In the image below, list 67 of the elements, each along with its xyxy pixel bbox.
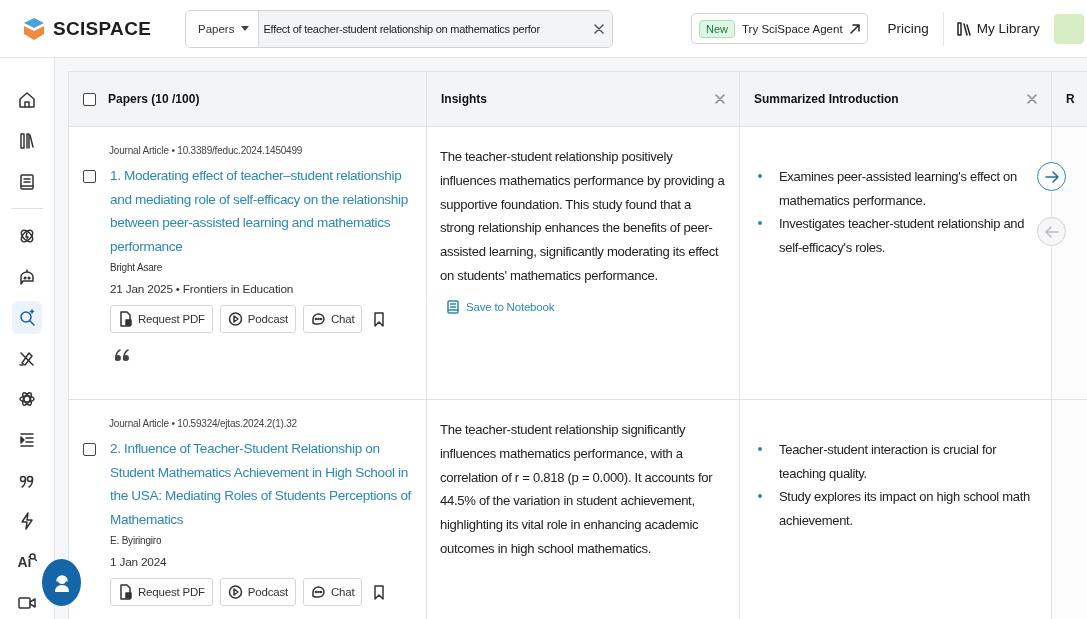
column-title: Insights bbox=[441, 92, 488, 106]
paper-date: 1 Jan 2024 bbox=[110, 555, 168, 569]
chat-icon bbox=[311, 311, 326, 327]
search-icon bbox=[17, 307, 37, 328]
row-checkbox[interactable] bbox=[83, 170, 96, 183]
document-icon bbox=[118, 311, 133, 327]
insight-text: The teacher-student relationship significantly influences mathematics performance, with a correlation of r = 0.818 (p = 0.000). It accounts for 44.5% of the variation in student achievement, highlighting its vital role in enhancing academic outcomes in high school mathematics. bbox=[440, 421, 714, 558]
column-title: Summarized Introduction bbox=[754, 92, 900, 106]
close-column-button[interactable] bbox=[1027, 94, 1037, 104]
books-icon bbox=[17, 130, 37, 151]
library-link[interactable]: My Library bbox=[955, 20, 1040, 37]
document-icon bbox=[118, 584, 133, 600]
external-arrow-icon bbox=[849, 23, 860, 34]
bullet-icon bbox=[758, 447, 762, 451]
agent-button[interactable]: New Try SciSpace Agent bbox=[691, 13, 868, 44]
bookmark-icon bbox=[373, 584, 386, 600]
chat-button[interactable]: Chat bbox=[303, 305, 363, 333]
paper-meta: Journal Article • 10.3389/feduc.2024.1450499 bbox=[109, 145, 304, 156]
paper-authors: E. Byiringiro bbox=[110, 535, 163, 546]
chat-button[interactable]: Chat bbox=[303, 578, 363, 606]
home-icon bbox=[17, 90, 37, 111]
quote-icon bbox=[114, 349, 130, 361]
paper-authors: Bright Asare bbox=[110, 262, 164, 273]
notebook-icon bbox=[447, 299, 459, 314]
bullet-icon bbox=[758, 174, 762, 178]
podcast-button[interactable]: Podcast bbox=[219, 578, 296, 606]
save-to-notebook-button[interactable]: Save to Notebook bbox=[440, 299, 562, 314]
row-checkbox[interactable] bbox=[83, 443, 96, 456]
logo-icon bbox=[23, 16, 45, 41]
column-title: Papers (10 /100) bbox=[108, 92, 201, 106]
summary-point: Investigates teacher-student relationship and self-efficacy's roles. bbox=[779, 215, 1026, 257]
caret-icon bbox=[241, 26, 250, 31]
select-all-checkbox[interactable] bbox=[83, 92, 96, 106]
close-icon bbox=[594, 23, 604, 34]
arrow-left-icon bbox=[1044, 225, 1059, 238]
column-title: R bbox=[1066, 92, 1076, 106]
summary-point: Examines peer-assisted learning's effect on mathematics performance. bbox=[779, 168, 1018, 210]
chat-bot-icon bbox=[17, 266, 37, 287]
summary-point: Study explores its impact on high school math achievement. bbox=[779, 488, 1031, 530]
paper-date: 21 Jan 2025 • Frontiers in Education bbox=[110, 282, 295, 296]
pricing-link[interactable]: Pricing bbox=[887, 11, 944, 46]
paper-title-link[interactable]: 1. Moderating effect of teacher–student relationship and mediating role of self-efficacy on the relationship between peer-assisted learning and mathematics performance bbox=[110, 164, 412, 258]
play-icon bbox=[227, 311, 243, 327]
sidebar-item[interactable] bbox=[12, 301, 42, 334]
podcast-button[interactable]: Podcast bbox=[219, 305, 296, 333]
close-icon bbox=[715, 94, 725, 104]
close-icon bbox=[1027, 94, 1037, 104]
paper-meta: Journal Article • 10.59324/ejtas.2024.2(1).32 bbox=[109, 418, 298, 429]
request-pdf-button[interactable]: Request PDF bbox=[110, 578, 213, 606]
search-field[interactable]: Effect of teacher-student relationship on mathematics perfor bbox=[259, 10, 586, 47]
bookmark-icon bbox=[373, 311, 386, 327]
brand-name: SCISPACE bbox=[53, 17, 152, 40]
new-badge: New bbox=[699, 19, 735, 38]
notebook-icon bbox=[17, 171, 37, 192]
sidebar-item[interactable]: Ai bbox=[12, 545, 42, 579]
insight-text: The teacher-student relationship positively influences mathematics performance by providing a supportive foundation. This study found that a strong relationship enhances the benefits of peer-assisted learning, significantly moderating its effect on students' mathematics performance. bbox=[440, 148, 726, 285]
bullet-icon bbox=[758, 221, 762, 225]
books-icon bbox=[955, 20, 972, 37]
chat-icon bbox=[311, 584, 326, 600]
close-column-button[interactable] bbox=[715, 94, 725, 104]
bullet-icon bbox=[758, 494, 762, 498]
scope-dropdown[interactable]: Papers bbox=[186, 10, 260, 47]
paper-title-link[interactable]: 2. Influence of Teacher-Student Relationship on Student Mathematics Achievement in High School in the USA: Mediating Roles of Students Perceptions of Mathematics bbox=[110, 437, 412, 531]
play-icon bbox=[227, 584, 243, 600]
request-pdf-button[interactable]: Request PDF bbox=[110, 305, 213, 333]
summary-point: Teacher-student interaction is crucial for teaching quality. bbox=[779, 441, 998, 483]
arrow-right-icon bbox=[1044, 170, 1059, 183]
